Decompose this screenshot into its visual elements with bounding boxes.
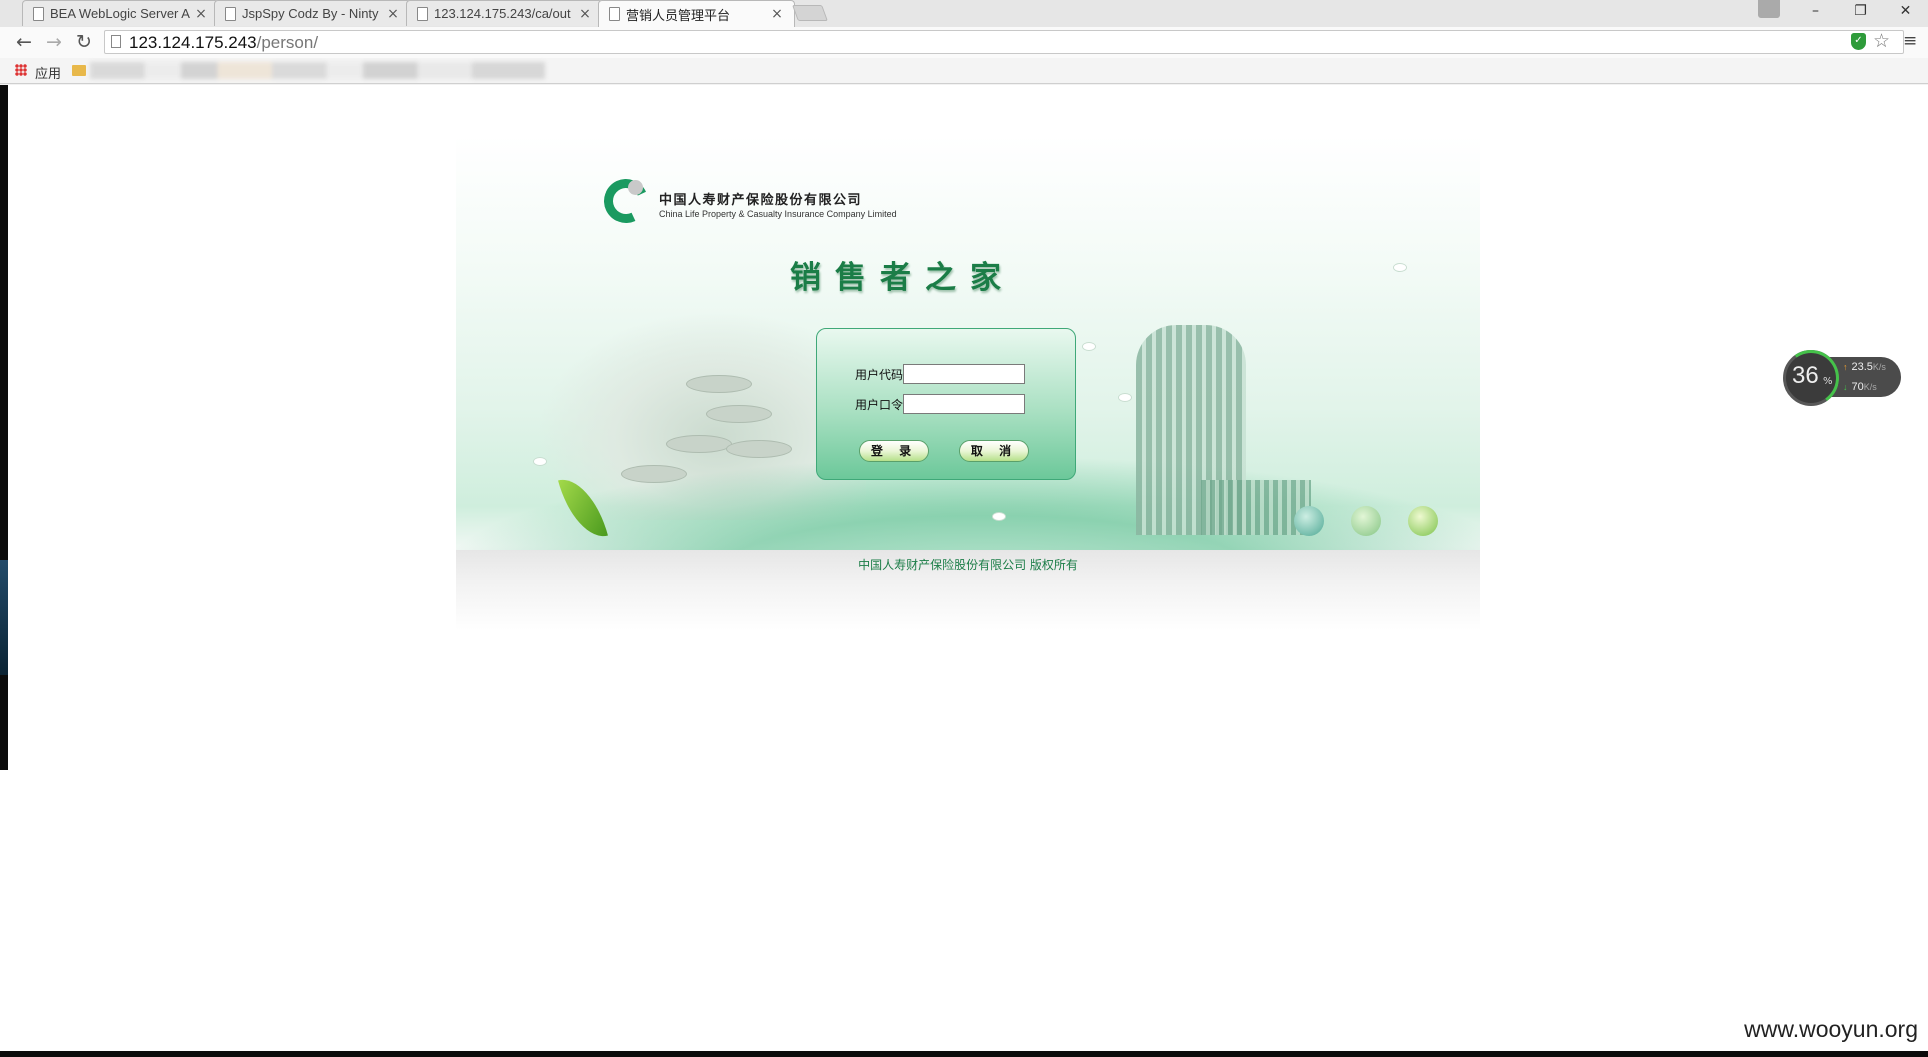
copyright-text: 中国人寿财产保险股份有限公司 版权所有 xyxy=(858,558,1078,572)
water-drop xyxy=(1082,342,1096,351)
tab-title: JspSpy Codz By - Ninty xyxy=(242,6,379,21)
water-drop xyxy=(992,512,1006,521)
back-button[interactable]: ← xyxy=(12,30,36,54)
login-panel: 用户代码 用户口令 登 录 取 消 xyxy=(816,328,1076,480)
water-drop xyxy=(533,457,547,466)
user-code-row: 用户代码 xyxy=(855,364,1025,384)
orb-icon xyxy=(1351,506,1381,536)
tab-jspspy[interactable]: JspSpy Codz By - Ninty × xyxy=(214,0,411,26)
coin xyxy=(686,375,752,393)
orb-icon xyxy=(1408,506,1438,536)
minimize-button[interactable]: – xyxy=(1793,0,1838,22)
reload-button[interactable]: ↻ xyxy=(72,30,96,54)
tab-active[interactable]: 营销人员管理平台 × xyxy=(598,0,795,27)
taskbar-edge xyxy=(0,1051,1928,1057)
upload-value: 23.5 xyxy=(1851,361,1873,373)
download-unit: K/s xyxy=(1863,382,1877,392)
tab-title: 123.124.175.243/ca/out xyxy=(434,6,571,21)
profile-icon[interactable] xyxy=(1758,0,1780,18)
apps-grid-icon[interactable] xyxy=(15,64,27,76)
close-window-button[interactable]: ✕ xyxy=(1883,0,1928,22)
company-name-en: China Life Property & Casualty Insurance… xyxy=(659,209,897,219)
user-code-input[interactable] xyxy=(903,364,1025,384)
bookmark-star-icon[interactable]: ☆ xyxy=(1873,30,1890,52)
page-icon xyxy=(609,7,620,21)
page-icon xyxy=(417,6,428,21)
window-controls: – ❐ ✕ xyxy=(1793,0,1928,22)
url-text[interactable]: 123.124.175.243/person/ xyxy=(129,33,318,53)
tab-title: BEA WebLogic Server Ad xyxy=(50,6,190,21)
cpu-unit: % xyxy=(1823,376,1833,387)
coin xyxy=(666,435,732,453)
forward-button[interactable]: → xyxy=(42,30,66,54)
coin xyxy=(706,405,772,423)
page-icon xyxy=(111,35,121,48)
cancel-button[interactable]: 取 消 xyxy=(959,440,1029,462)
water-drop xyxy=(1393,263,1407,272)
browser-toolbar: ← → ↻ 123.124.175.243/person/ xyxy=(0,27,1928,58)
download-arrow-icon: ↓ xyxy=(1843,382,1848,392)
water-drop xyxy=(1118,393,1132,402)
menu-icon[interactable]: ≡ xyxy=(1903,31,1917,51)
password-label: 用户口令 xyxy=(855,397,904,412)
login-banner: 中国人寿财产保险股份有限公司 China Life Property & Cas… xyxy=(456,135,1480,630)
tab-weblogic[interactable]: BEA WebLogic Server Ad × xyxy=(22,0,219,26)
network-speed-widget[interactable]: 36 % ↑ 23.5K/s ↓ 70K/s xyxy=(1778,345,1901,411)
site-title: 销售者之家 xyxy=(790,260,1015,296)
upload-speed: ↑ 23.5K/s xyxy=(1843,361,1886,373)
tab-ca-out[interactable]: 123.124.175.243/ca/out × xyxy=(406,0,603,26)
page-icon xyxy=(33,6,44,21)
apps-label[interactable]: 应用 xyxy=(35,63,61,82)
tab-strip: BEA WebLogic Server Ad × JspSpy Codz By … xyxy=(0,0,1928,27)
download-speed: ↓ 70K/s xyxy=(1843,381,1877,393)
desktop-edge-wallpaper xyxy=(0,560,8,675)
tab-close-icon[interactable]: × xyxy=(578,6,592,22)
download-value: 70 xyxy=(1851,381,1864,393)
folder-icon[interactable] xyxy=(72,65,86,76)
login-button[interactable]: 登 录 xyxy=(859,440,929,462)
tab-title: 营销人员管理平台 xyxy=(626,7,731,23)
shield-extension-icon[interactable]: ✓ xyxy=(1851,33,1866,50)
password-row: 用户口令 xyxy=(855,394,1025,414)
company-name-cn: 中国人寿财产保险股份有限公司 xyxy=(659,193,863,208)
url-host: 123.124.175.243 xyxy=(129,33,257,52)
bookmarks-bar: 应用 xyxy=(0,58,1928,84)
url-path: /person/ xyxy=(256,33,319,52)
restore-button[interactable]: ❐ xyxy=(1838,0,1883,22)
user-code-label: 用户代码 xyxy=(855,367,904,382)
company-logo-icon xyxy=(597,172,655,230)
browser-chrome: BEA WebLogic Server Ad × JspSpy Codz By … xyxy=(0,0,1928,85)
tab-close-icon[interactable]: × xyxy=(194,6,208,22)
company-logo-dot xyxy=(628,180,643,195)
address-bar[interactable]: 123.124.175.243/person/ xyxy=(104,30,1904,54)
password-input[interactable] xyxy=(903,394,1025,414)
blurred-bookmarks xyxy=(90,62,545,79)
orb-icon xyxy=(1294,506,1324,536)
tab-close-icon[interactable]: × xyxy=(770,6,784,22)
upload-unit: K/s xyxy=(1872,362,1886,372)
cpu-percent: 36 xyxy=(1792,362,1819,389)
upload-arrow-icon: ↑ xyxy=(1843,362,1848,372)
tab-close-icon[interactable]: × xyxy=(386,6,400,22)
watermark: www.wooyun.org xyxy=(1744,1016,1918,1042)
new-tab-button[interactable] xyxy=(792,5,828,21)
page-icon xyxy=(225,6,236,21)
